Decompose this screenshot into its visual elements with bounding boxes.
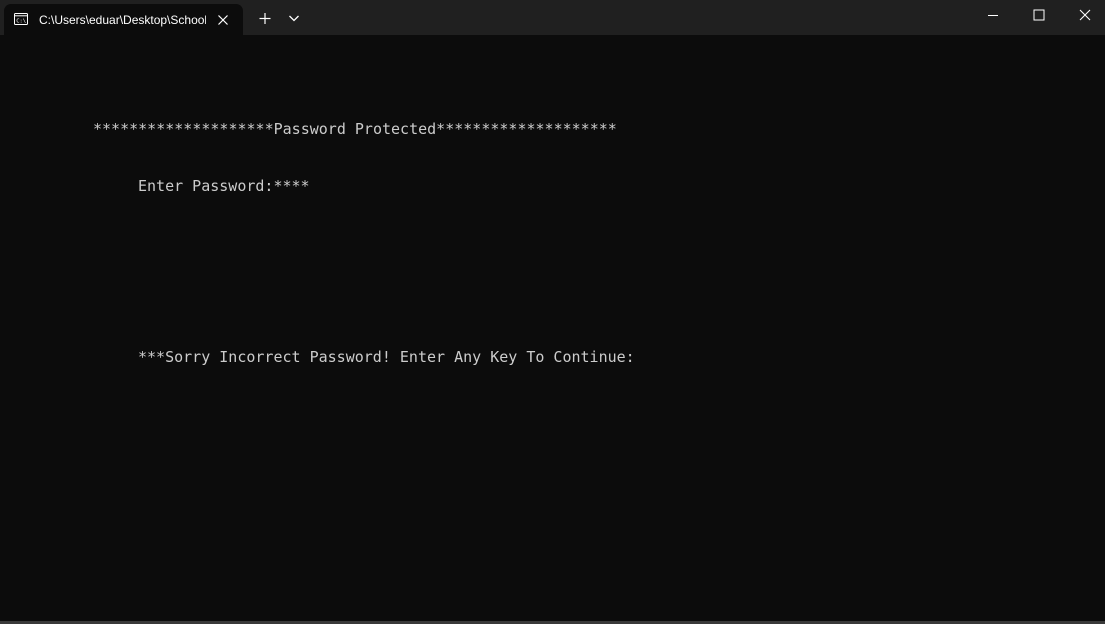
console-output[interactable]: ********************Password Protected**… [0,35,1105,621]
error-message-line: ***Sorry Incorrect Password! Enter Any K… [138,348,635,366]
close-icon[interactable] [215,12,231,28]
tab-title: C:\Users\eduar\Desktop\School [39,13,206,27]
password-header-line: ********************Password Protected**… [93,120,617,138]
title-bar[interactable]: C:\ C:\Users\eduar\Desktop\School [0,0,1105,35]
maximize-icon[interactable] [1016,0,1062,32]
tab-active[interactable]: C:\ C:\Users\eduar\Desktop\School [4,4,243,35]
terminal-window: C:\ C:\Users\eduar\Desktop\School ****** [0,0,1105,624]
minimize-icon[interactable] [970,0,1016,32]
chevron-down-icon[interactable] [284,6,304,30]
close-icon[interactable] [1062,0,1105,32]
terminal-icon: C:\ [14,13,28,25]
password-prompt-line: Enter Password:**** [138,177,310,195]
plus-icon[interactable] [253,6,277,30]
svg-text:C:\: C:\ [16,19,26,25]
